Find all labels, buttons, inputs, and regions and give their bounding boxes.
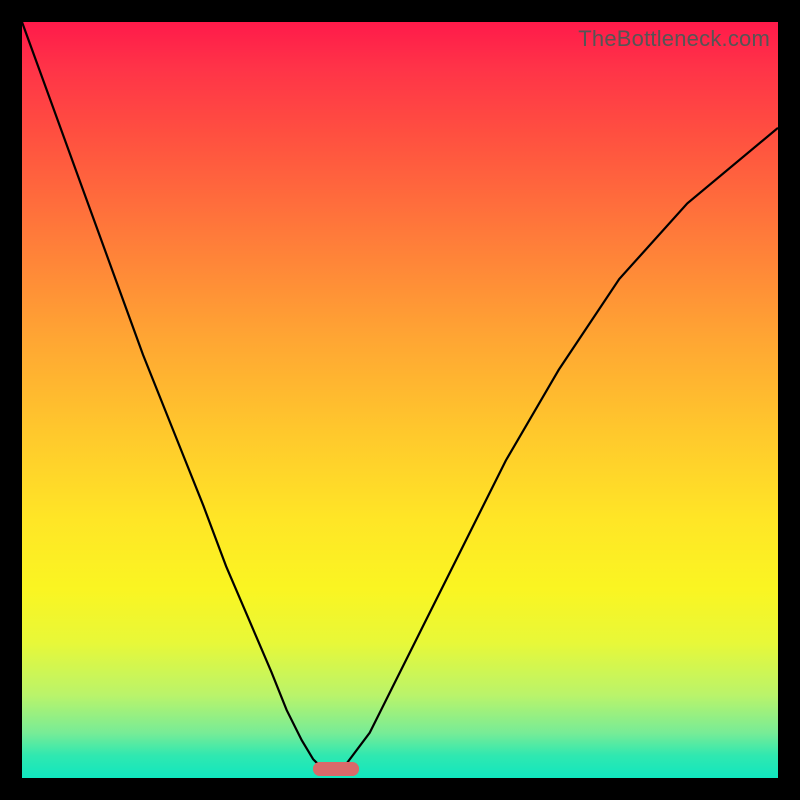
plot-area: TheBottleneck.com [22, 22, 778, 778]
chart-frame: TheBottleneck.com [0, 0, 800, 800]
curve-layer [22, 22, 778, 778]
right-branch-curve [332, 128, 778, 774]
minimum-marker [313, 762, 359, 776]
left-branch-curve [22, 22, 332, 774]
